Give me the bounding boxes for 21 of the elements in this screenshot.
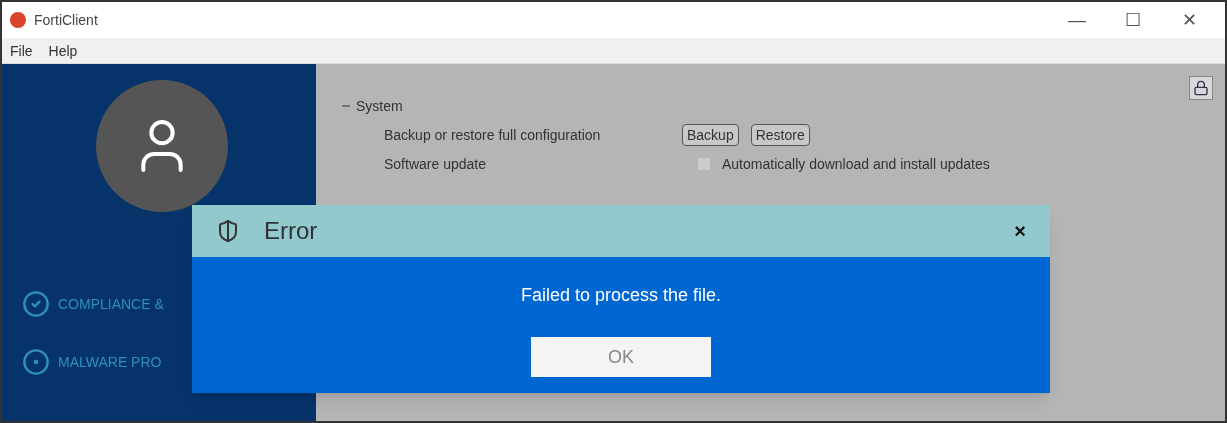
- setting-label: Backup or restore full configuration: [384, 126, 602, 145]
- window-control-button[interactable]: ☐: [1105, 6, 1161, 34]
- menu-item[interactable]: Help: [48, 40, 78, 61]
- setting-button[interactable]: Restore: [750, 124, 810, 146]
- setting-label: Software update: [384, 155, 487, 174]
- dialog-title: Error: [264, 216, 318, 246]
- check-circle-icon: [22, 290, 50, 318]
- shield-icon: [216, 219, 240, 243]
- lock-button[interactable]: [1189, 76, 1213, 100]
- error-message: Failed to process the file.: [520, 284, 722, 307]
- window-title: FortiClient: [34, 11, 98, 30]
- app-logo-icon: [10, 12, 26, 28]
- option-label: Automatically download and install updates: [722, 155, 990, 174]
- window-control-button[interactable]: —: [1049, 6, 1105, 34]
- close-button[interactable]: ×: [1014, 217, 1026, 245]
- lock-icon: [1193, 80, 1209, 96]
- section-header[interactable]: System: [340, 96, 1213, 116]
- setting-button[interactable]: Backup: [682, 124, 739, 146]
- radio-dot-icon: [22, 348, 50, 376]
- menu-item[interactable]: File: [10, 40, 33, 61]
- window-control-button[interactable]: ✕: [1161, 6, 1217, 34]
